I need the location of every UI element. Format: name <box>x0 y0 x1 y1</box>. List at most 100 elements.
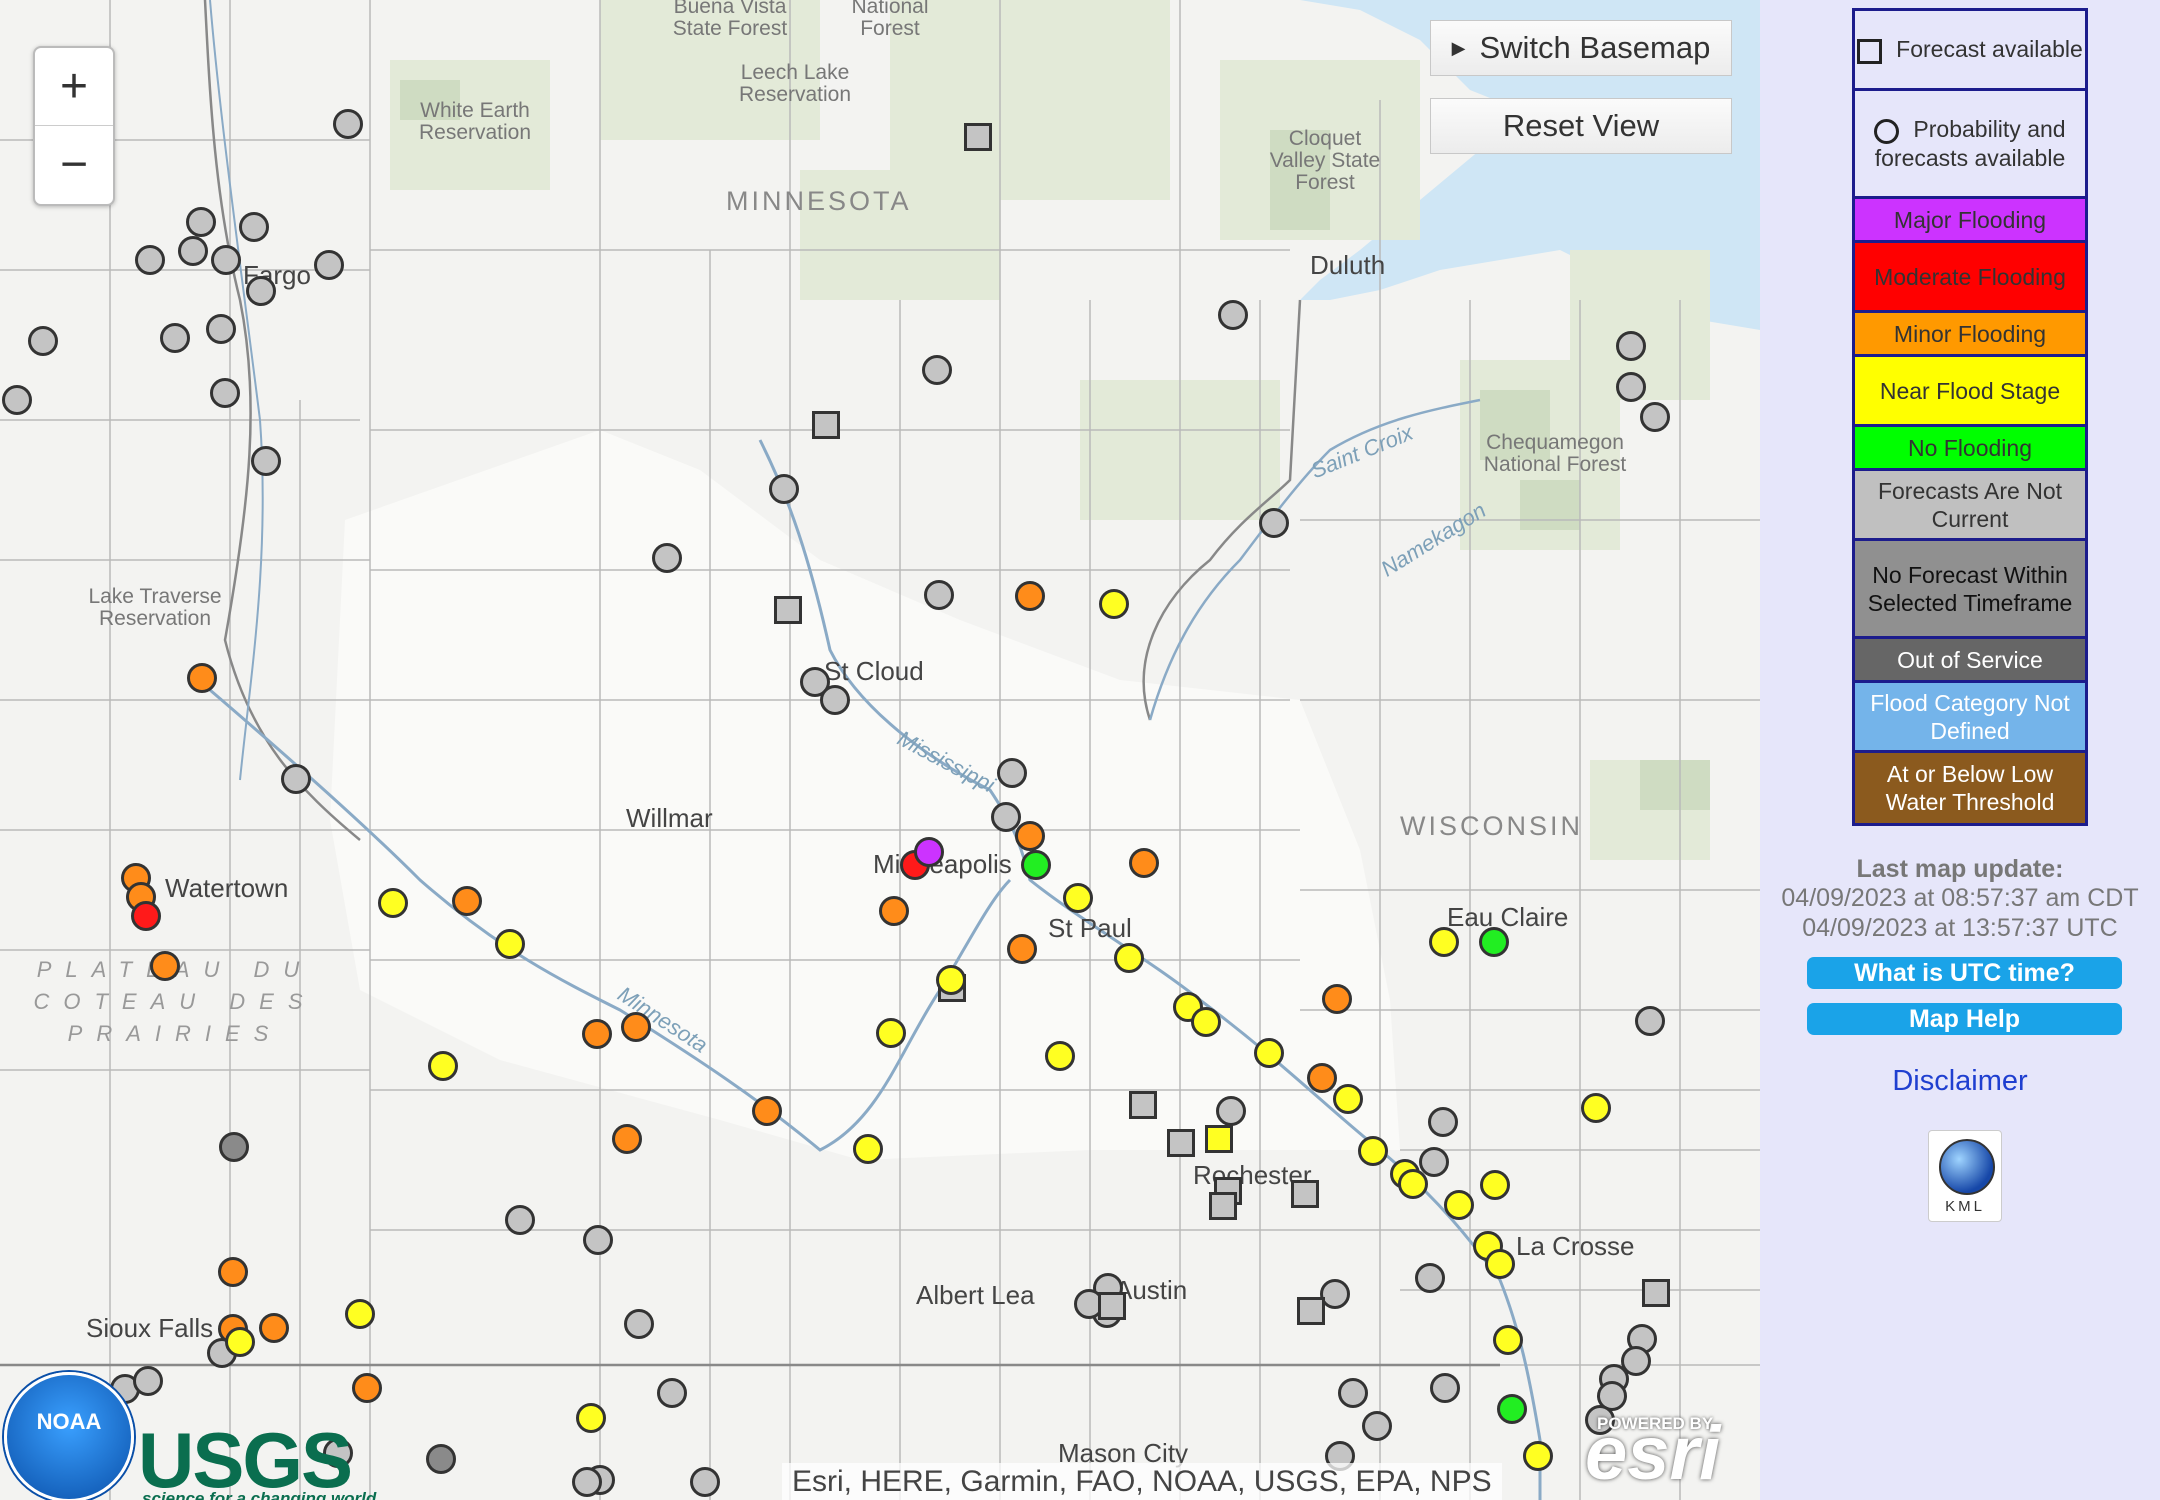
gauge-marker-gray-square[interactable] <box>1297 1297 1325 1325</box>
gauge-marker-yellow-circle[interactable] <box>853 1134 883 1164</box>
gauge-marker-yellow-circle[interactable] <box>876 1018 906 1048</box>
gauge-marker-green-circle[interactable] <box>1497 1394 1527 1424</box>
gauge-marker-gray-circle[interactable] <box>2 385 32 415</box>
gauge-marker-gray-circle[interactable] <box>1616 372 1646 402</box>
gauge-marker-gray-circle[interactable] <box>239 212 269 242</box>
gauge-marker-yellow-circle[interactable] <box>1114 943 1144 973</box>
gauge-marker-yellow-circle[interactable] <box>576 1403 606 1433</box>
gauge-marker-gray-circle[interactable] <box>997 758 1027 788</box>
gauge-marker-gray-circle[interactable] <box>505 1205 535 1235</box>
kml-download[interactable]: KML <box>1928 1130 2002 1222</box>
gauge-marker-dark-circle[interactable] <box>219 1132 249 1162</box>
gauge-marker-yellow-circle[interactable] <box>378 888 408 918</box>
gauge-marker-purple-circle[interactable] <box>914 837 944 867</box>
gauge-marker-orange-circle[interactable] <box>1007 934 1037 964</box>
gauge-marker-yellow-circle[interactable] <box>1254 1038 1284 1068</box>
gauge-marker-gray-circle[interactable] <box>820 685 850 715</box>
gauge-marker-gray-circle[interactable] <box>624 1309 654 1339</box>
gauge-marker-orange-circle[interactable] <box>879 896 909 926</box>
gauge-marker-orange-circle[interactable] <box>452 886 482 916</box>
switch-basemap-button[interactable]: ▶ Switch Basemap <box>1430 20 1732 76</box>
gauge-marker-gray-circle[interactable] <box>1216 1096 1246 1126</box>
utc-time-button[interactable]: What is UTC time? <box>1807 957 2122 989</box>
gauge-marker-gray-circle[interactable] <box>1635 1006 1665 1036</box>
gauge-marker-orange-circle[interactable] <box>582 1019 612 1049</box>
gauge-marker-orange-circle[interactable] <box>1129 848 1159 878</box>
gauge-marker-gray-circle[interactable] <box>1362 1411 1392 1441</box>
gauge-marker-gray-circle[interactable] <box>572 1467 602 1497</box>
gauge-marker-gray-square[interactable] <box>1291 1180 1319 1208</box>
gauge-marker-gray-square[interactable] <box>1642 1279 1670 1307</box>
gauge-marker-yellow-circle[interactable] <box>1398 1169 1428 1199</box>
gauge-marker-yellow-circle[interactable] <box>1444 1190 1474 1220</box>
zoom-out-button[interactable]: − <box>35 126 113 203</box>
gauge-marker-orange-circle[interactable] <box>259 1313 289 1343</box>
gauge-marker-yellow-circle[interactable] <box>1523 1441 1553 1471</box>
gauge-marker-yellow-circle[interactable] <box>1333 1084 1363 1114</box>
gauge-marker-orange-circle[interactable] <box>752 1096 782 1126</box>
gauge-marker-gray-circle[interactable] <box>1259 508 1289 538</box>
gauge-marker-orange-circle[interactable] <box>621 1012 651 1042</box>
gauge-marker-gray-circle[interactable] <box>1640 402 1670 432</box>
gauge-marker-orange-circle[interactable] <box>150 951 180 981</box>
gauge-marker-yellow-circle[interactable] <box>225 1327 255 1357</box>
gauge-marker-orange-circle[interactable] <box>1322 984 1352 1014</box>
gauge-marker-gray-circle[interactable] <box>178 236 208 266</box>
gauge-marker-dark-circle[interactable] <box>426 1444 456 1474</box>
gauge-marker-orange-circle[interactable] <box>1015 581 1045 611</box>
gauge-marker-yellow-circle[interactable] <box>1191 1007 1221 1037</box>
gauge-marker-yellow-circle[interactable] <box>1358 1136 1388 1166</box>
gauge-marker-yellow-circle[interactable] <box>495 929 525 959</box>
gauge-marker-yellow-circle[interactable] <box>1063 883 1093 913</box>
gauge-marker-orange-circle[interactable] <box>1015 821 1045 851</box>
gauge-marker-gray-square[interactable] <box>1167 1129 1195 1157</box>
gauge-marker-gray-circle[interactable] <box>251 446 281 476</box>
gauge-marker-orange-circle[interactable] <box>352 1373 382 1403</box>
gauge-marker-gray-circle[interactable] <box>28 326 58 356</box>
gauge-marker-gray-circle[interactable] <box>135 245 165 275</box>
gauge-marker-gray-circle[interactable] <box>133 1366 163 1396</box>
gauge-marker-gray-circle[interactable] <box>210 378 240 408</box>
gauge-marker-gray-circle[interactable] <box>160 323 190 353</box>
gauge-marker-yellow-circle[interactable] <box>428 1051 458 1081</box>
gauge-marker-red-circle[interactable] <box>131 901 161 931</box>
gauge-marker-gray-circle[interactable] <box>769 474 799 504</box>
gauge-marker-gray-circle[interactable] <box>1616 331 1646 361</box>
gauge-marker-green-circle[interactable] <box>1021 850 1051 880</box>
gauge-marker-yellow-circle[interactable] <box>1429 927 1459 957</box>
gauge-marker-gray-circle[interactable] <box>922 355 952 385</box>
gauge-marker-gray-square[interactable] <box>812 411 840 439</box>
gauge-marker-yellow-circle[interactable] <box>1493 1325 1523 1355</box>
gauge-marker-gray-circle[interactable] <box>1218 300 1248 330</box>
gauge-marker-gray-circle[interactable] <box>690 1467 720 1497</box>
gauge-marker-gray-circle[interactable] <box>1428 1107 1458 1137</box>
gauge-marker-gray-square[interactable] <box>774 596 802 624</box>
gauge-marker-yellow-circle[interactable] <box>345 1299 375 1329</box>
disclaimer-link[interactable]: Disclaimer <box>1760 1065 2160 1098</box>
reset-view-button[interactable]: Reset View <box>1430 98 1732 154</box>
gauge-marker-orange-circle[interactable] <box>218 1257 248 1287</box>
gauge-marker-gray-circle[interactable] <box>333 109 363 139</box>
gauge-marker-gray-circle[interactable] <box>281 764 311 794</box>
gauge-marker-gray-circle[interactable] <box>314 250 344 280</box>
gauge-marker-gray-circle[interactable] <box>206 314 236 344</box>
gauge-marker-yellow-circle[interactable] <box>1480 1170 1510 1200</box>
gauge-marker-gray-square[interactable] <box>1209 1192 1237 1220</box>
gauge-marker-gray-circle[interactable] <box>246 276 276 306</box>
gauge-marker-orange-circle[interactable] <box>1307 1063 1337 1093</box>
gauge-marker-gray-square[interactable] <box>964 123 992 151</box>
map-help-button[interactable]: Map Help <box>1807 1003 2122 1035</box>
gauge-marker-yellow-circle[interactable] <box>936 965 966 995</box>
gauge-marker-gray-circle[interactable] <box>924 580 954 610</box>
gauge-marker-gray-circle[interactable] <box>652 543 682 573</box>
gauge-marker-gray-circle[interactable] <box>211 245 241 275</box>
zoom-in-button[interactable]: + <box>35 48 113 126</box>
gauge-marker-gray-circle[interactable] <box>583 1225 613 1255</box>
gauge-marker-gray-square[interactable] <box>1129 1091 1157 1119</box>
gauge-marker-gray-square[interactable] <box>1098 1292 1126 1320</box>
gauge-marker-gray-circle[interactable] <box>186 207 216 237</box>
gauge-marker-gray-circle[interactable] <box>1430 1373 1460 1403</box>
gauge-marker-yellow-square[interactable] <box>1205 1125 1233 1153</box>
gauge-marker-yellow-circle[interactable] <box>1045 1041 1075 1071</box>
map-view[interactable]: MINNESOTA WISCONSIN Fargo Duluth St Clou… <box>0 0 1760 1500</box>
